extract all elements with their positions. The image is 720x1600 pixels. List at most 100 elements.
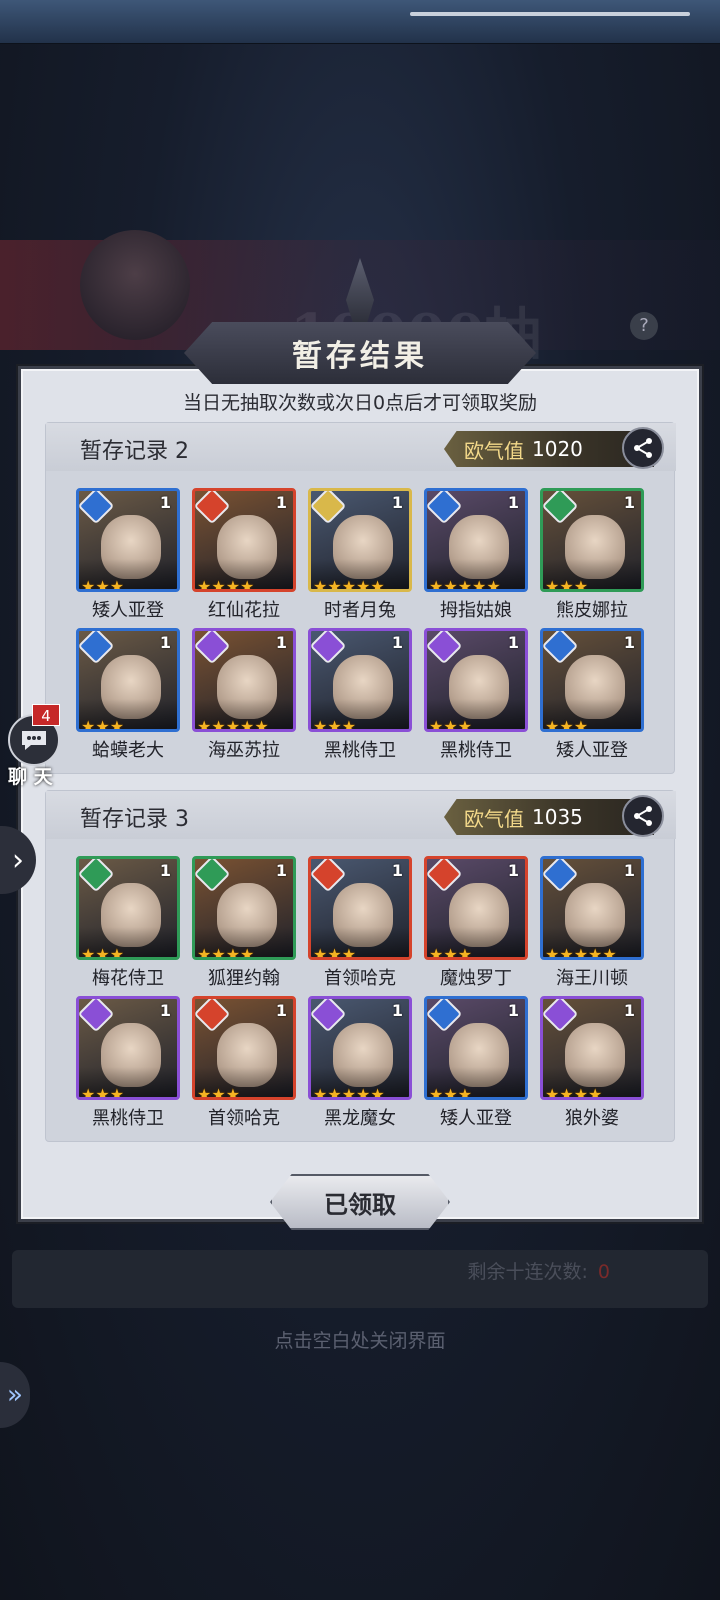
share-button[interactable]: [622, 427, 664, 469]
dark-element-icon: [311, 999, 347, 1033]
hero-card[interactable]: 1 ★ ★ ★ 魔烛罗丁: [424, 856, 528, 989]
hero-count: 1: [275, 633, 287, 652]
star-rating: ★ ★ ★ ★ ★: [197, 717, 269, 732]
hero-card[interactable]: 1 ★ ★ ★ ★ ★ 黑龙魔女: [308, 996, 412, 1129]
star-icon: ★: [225, 577, 241, 592]
star-rating: ★ ★ ★ ★: [545, 1085, 603, 1100]
hero-card[interactable]: 1 ★ ★ ★ ★ 红仙花拉: [192, 488, 296, 621]
star-icon: ★: [327, 717, 342, 732]
help-icon[interactable]: ?: [630, 312, 658, 340]
star-icon: ★: [559, 1085, 574, 1100]
top-strip: [0, 0, 720, 44]
dialog-subtitle: 当日无抽取次数或次日0点后才可领取奖励: [182, 392, 538, 414]
dark-element-icon: [79, 999, 115, 1033]
hero-card[interactable]: 1 ★ ★ ★ 首领哈克: [192, 996, 296, 1129]
star-icon: ★: [457, 577, 473, 592]
hero-card[interactable]: 1 ★ ★ ★ 矮人亚登: [76, 488, 180, 621]
fire-element-icon: [427, 859, 463, 893]
star-icon: ★: [573, 577, 589, 592]
chat-button[interactable]: 4 聊 天: [2, 704, 68, 788]
star-icon: ★: [197, 717, 212, 732]
star-icon: ★: [313, 1085, 328, 1100]
water-element-icon: [79, 491, 115, 525]
hero-card[interactable]: 1 ★ ★ ★ ★ ★ 时者月兔: [308, 488, 412, 621]
hero-name: 时者月兔: [324, 600, 396, 621]
hero-grid: 1 ★ ★ ★ 矮人亚登 1 ★ ★ ★ ★ 红仙花拉 1 ★ ★ ★ ★ ★ 时者月兔 1 ★ ★ ★ ★ ★ 拇指姑娘 1 ★ ★…: [76, 488, 646, 761]
hero-count: 1: [275, 493, 287, 512]
chat-unread-badge: 4: [32, 704, 60, 726]
hero-count: 1: [623, 861, 635, 880]
water-element-icon: [427, 491, 463, 525]
star-icon: ★: [356, 1085, 371, 1100]
star-icon: ★: [313, 577, 328, 592]
hero-name: 矮人亚登: [556, 740, 628, 761]
hero-card[interactable]: 1 ★ ★ ★ ★ 狼外婆: [540, 996, 644, 1129]
star-icon: ★: [573, 717, 589, 732]
hero-name: 魔烛罗丁: [440, 968, 512, 989]
hero-name: 海巫苏拉: [208, 740, 280, 761]
star-rating: ★ ★ ★ ★: [197, 945, 255, 960]
star-icon: ★: [81, 1085, 96, 1100]
star-rating: ★ ★ ★ ★: [197, 577, 254, 592]
hero-name: 狼外婆: [565, 1108, 619, 1129]
star-icon: ★: [313, 945, 328, 960]
hero-portrait: 1 ★ ★ ★: [76, 488, 180, 592]
hero-card[interactable]: 1 ★ ★ ★ 矮人亚登: [424, 996, 528, 1129]
hero-card[interactable]: 1 ★ ★ ★ 矮人亚登: [540, 628, 644, 761]
close-hint: 点击空白处关闭界面: [274, 1330, 446, 1352]
hero-card[interactable]: 1 ★ ★ ★ ★ ★ 海王川顿: [540, 856, 644, 989]
chat-label: 聊 天: [8, 766, 53, 788]
share-button[interactable]: [622, 795, 664, 837]
hero-card[interactable]: 1 ★ ★ ★ 首领哈克: [308, 856, 412, 989]
star-rating: ★ ★ ★: [313, 945, 356, 960]
dark-element-icon: [543, 999, 579, 1033]
hero-count: 1: [275, 861, 287, 880]
star-icon: ★: [240, 945, 255, 960]
hero-count: 1: [391, 493, 403, 512]
hero-portrait: 1 ★ ★ ★: [424, 628, 528, 732]
hero-count: 1: [507, 493, 519, 512]
stash-record-section: 暂存记录 2 欧气值 1020 1 ★ ★ ★ 矮人亚登 1 ★ ★ ★ ★ 红仙花拉 1 ★ ★ ★ ★ ★ 时…: [45, 422, 676, 774]
hero-card[interactable]: 1 ★ ★ ★ 黑桃侍卫: [308, 628, 412, 761]
star-rating: ★ ★ ★: [545, 577, 589, 592]
hero-count: 1: [391, 633, 403, 652]
hero-card[interactable]: 1 ★ ★ ★ 黑桃侍卫: [424, 628, 528, 761]
hero-portrait: 1 ★ ★ ★: [192, 996, 296, 1100]
star-icon: ★: [197, 1085, 212, 1100]
side-double-arrow-icon[interactable]: »: [0, 1362, 30, 1428]
star-icon: ★: [341, 717, 357, 732]
hero-card[interactable]: 1 ★ ★ ★ 黑桃侍卫: [76, 996, 180, 1129]
claimed-button[interactable]: 已领取: [270, 1174, 450, 1230]
background-character-portrait: [80, 230, 190, 340]
star-icon: ★: [457, 945, 473, 960]
star-icon: ★: [443, 577, 458, 592]
star-icon: ★: [602, 945, 617, 960]
hero-portrait: 1 ★ ★ ★ ★ ★: [308, 488, 412, 592]
fire-element-icon: [195, 491, 231, 525]
remaining-value: 0: [597, 1261, 610, 1283]
star-icon: ★: [588, 1085, 603, 1100]
hero-card[interactable]: 1 ★ ★ ★ 熊皮娜拉: [540, 488, 644, 621]
hero-portrait: 1 ★ ★ ★: [308, 628, 412, 732]
hero-card[interactable]: 1 ★ ★ ★ 梅花侍卫: [76, 856, 180, 989]
hero-card[interactable]: 1 ★ ★ ★ 蛤蟆老大: [76, 628, 180, 761]
hero-name: 熊皮娜拉: [556, 600, 628, 621]
hero-card[interactable]: 1 ★ ★ ★ ★ ★ 海巫苏拉: [192, 628, 296, 761]
hero-portrait: 1 ★ ★ ★ ★ ★: [192, 628, 296, 732]
star-rating: ★ ★ ★: [81, 1085, 124, 1100]
hero-name: 黑龙魔女: [324, 1108, 396, 1129]
hero-card[interactable]: 1 ★ ★ ★ ★ ★ 拇指姑娘: [424, 488, 528, 621]
hero-count: 1: [391, 1001, 403, 1020]
share-icon: [634, 438, 652, 458]
star-rating: ★ ★ ★: [429, 717, 472, 729]
star-icon: ★: [545, 577, 560, 592]
share-icon: [634, 806, 652, 826]
hero-portrait: 1 ★ ★ ★: [76, 628, 180, 732]
star-icon: ★: [81, 577, 96, 592]
hero-portrait: 1 ★ ★ ★: [540, 628, 644, 732]
star-icon: ★: [559, 717, 574, 732]
star-rating: ★ ★ ★: [197, 1085, 240, 1100]
hero-name: 狐狸约翰: [208, 968, 280, 989]
hero-card[interactable]: 1 ★ ★ ★ ★ 狐狸约翰: [192, 856, 296, 989]
luck-label: 欧气值: [464, 438, 524, 463]
